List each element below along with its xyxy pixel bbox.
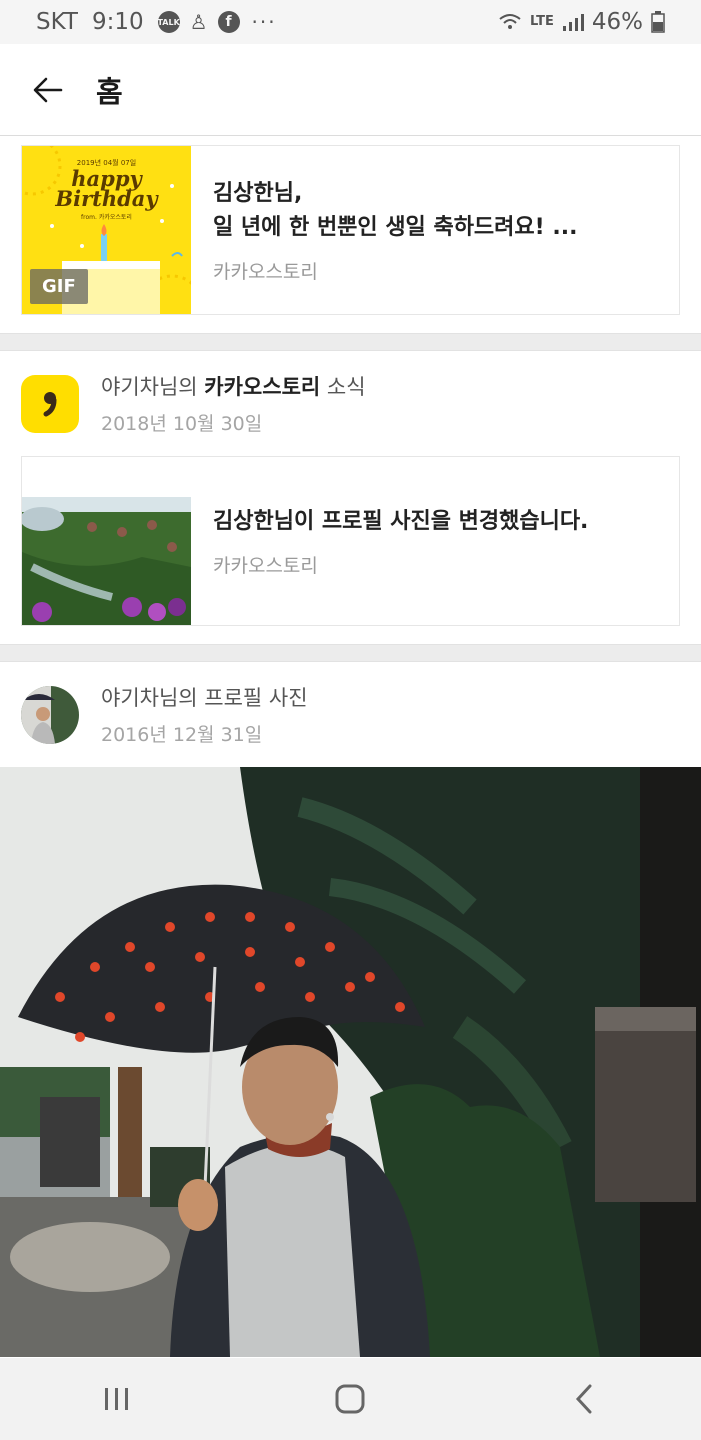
birthday-card[interactable]: 2019년 04월 07일 happy Birthday from. 카카오스토… [21, 145, 680, 315]
more-notifications-icon: ··· [251, 10, 277, 34]
back-button[interactable] [0, 44, 92, 136]
user-avatar-image [21, 685, 79, 744]
birthday-title-line2: 일 년에 한 번뿐인 생일 축하드려요! ... [213, 214, 578, 240]
profile-post-date: 2016년 12월 31일 [101, 724, 263, 746]
wifi-icon [499, 14, 521, 29]
battery-percent: 46% [591, 9, 643, 35]
story-post-service: 카카오스토리 [204, 375, 321, 399]
section-divider [0, 333, 701, 351]
home-feed[interactable]: 2019년 04월 07일 happy Birthday from. 카카오스토… [0, 137, 701, 1358]
talk-icon: TALK [157, 11, 180, 33]
user-avatar[interactable] [21, 685, 79, 744]
profile-photo[interactable] [0, 767, 701, 1357]
story-post-title: 야기차님의 카카오스토리 소식 [101, 371, 366, 401]
recents-button[interactable] [57, 1358, 177, 1440]
recents-icon [104, 1388, 128, 1410]
back-icon [576, 1384, 592, 1414]
clock: 9:10 [91, 9, 144, 35]
signal-icon [562, 14, 584, 31]
birthday-gif-thumbnail: 2019년 04월 07일 happy Birthday from. 카카오스토… [22, 146, 191, 314]
battery-icon [651, 11, 665, 33]
home-icon [335, 1384, 365, 1414]
gif-badge: GIF [30, 269, 88, 304]
facebook-icon: f [217, 11, 240, 33]
profile-post-title: 야기차님의 프로필 사진 [101, 686, 308, 710]
profile-change-card[interactable]: 김상한님이 프로필 사진을 변경했습니다. 카카오스토리 [21, 456, 680, 626]
status-bar: SKT 9:10 TALK ♙ f ··· LTE 46% [0, 0, 701, 44]
profile-post-header[interactable]: 야기차님의 프로필 사진 2016년 12월 31일 [0, 662, 701, 767]
kakaostory-logo-icon [43, 391, 57, 416]
profile-change-title: 김상한님이 프로필 사진을 변경했습니다. [213, 508, 589, 534]
network-type: LTE [529, 14, 554, 29]
story-post-suffix: 소식 [326, 375, 366, 399]
garden-photo-thumbnail [22, 457, 191, 625]
garden-photo [22, 457, 191, 625]
carrier-label: SKT [36, 9, 78, 35]
story-post-author: 야기차님의 [101, 375, 198, 399]
man-with-umbrella-photo [0, 767, 701, 1357]
story-post-date: 2018년 10월 30일 [101, 413, 263, 435]
system-nav-bar [0, 1358, 701, 1440]
nav-back-button[interactable] [524, 1358, 644, 1440]
thumb-from: from. 카카오스토리 [81, 214, 132, 221]
page-title: 홈 [96, 74, 123, 109]
story-post-header[interactable]: 야기차님의 카카오스토리 소식 2018년 10월 30일 [0, 351, 701, 456]
home-button[interactable] [290, 1358, 410, 1440]
section-divider [0, 644, 701, 662]
bell-alt-icon: ♙ [189, 10, 208, 34]
app-bar: 홈 [0, 44, 701, 136]
kakaostory-avatar[interactable] [21, 374, 79, 433]
birthday-source: 카카오스토리 [213, 260, 318, 283]
thumb-birthday: Birthday [55, 186, 158, 211]
arrow-left-icon [33, 77, 63, 102]
profile-change-source: 카카오스토리 [213, 554, 318, 577]
birthday-title-line1: 김상한님, [213, 180, 303, 206]
